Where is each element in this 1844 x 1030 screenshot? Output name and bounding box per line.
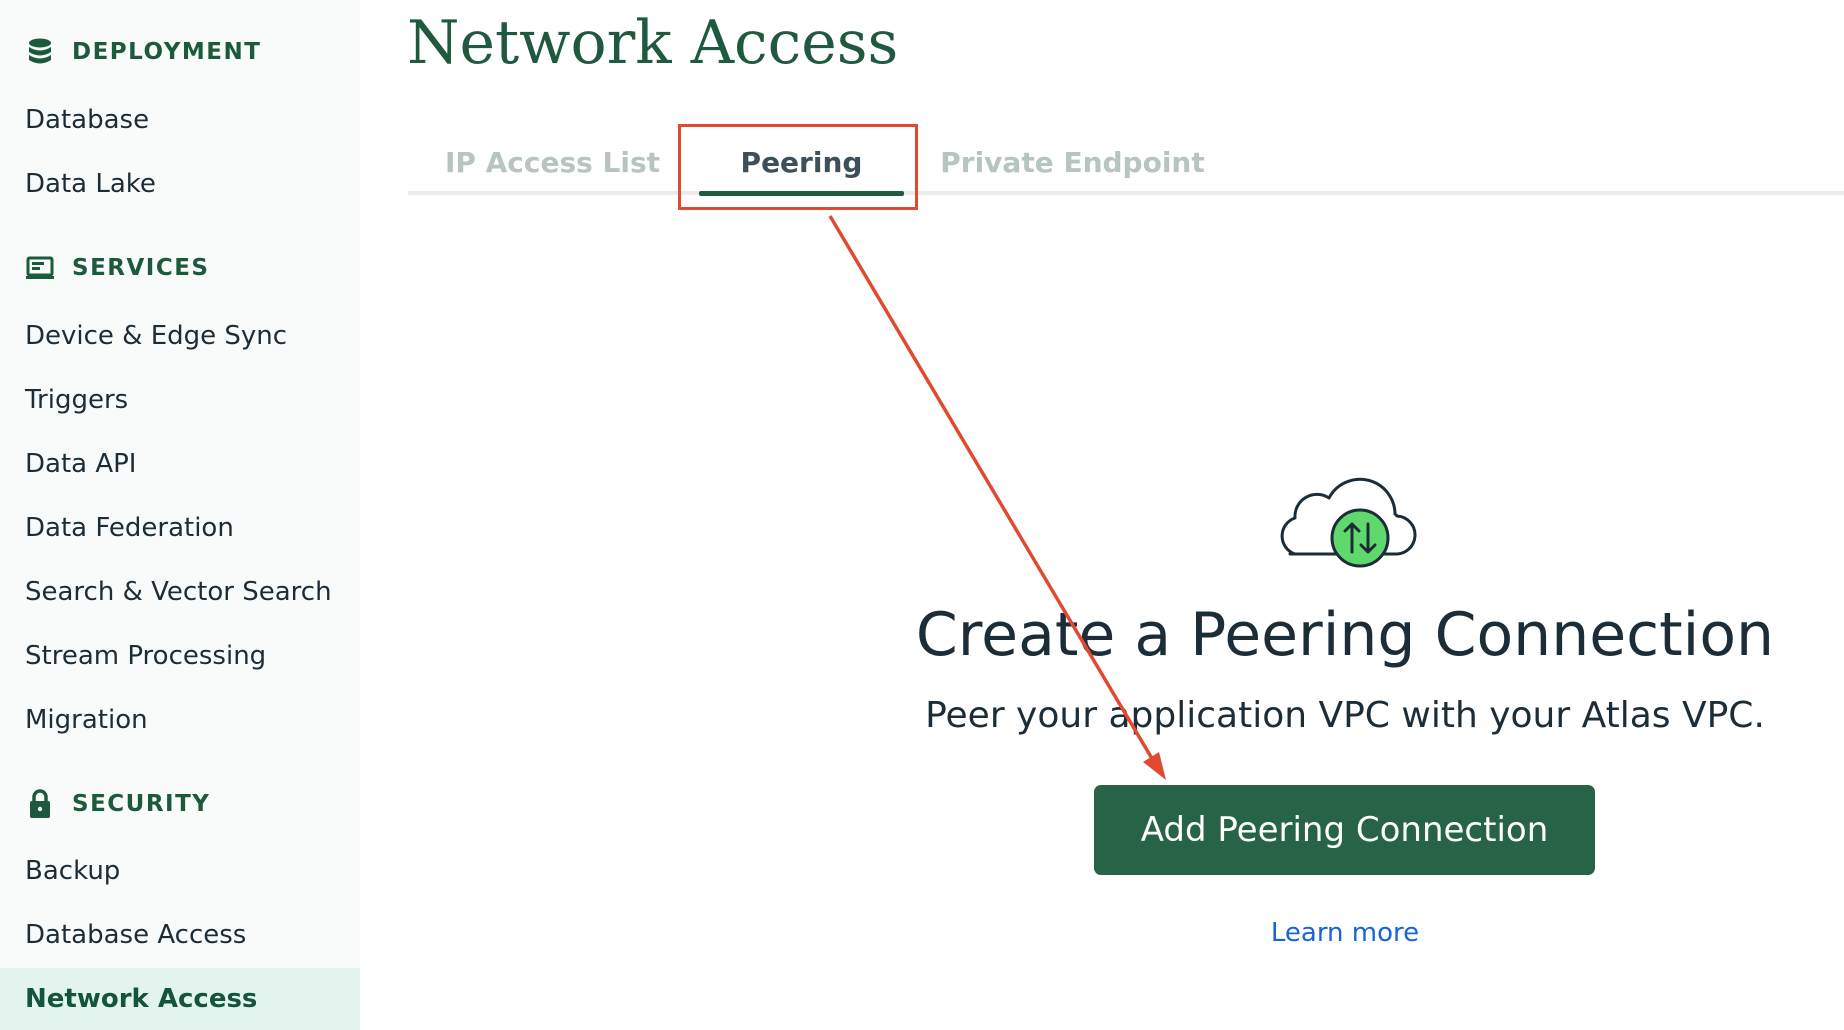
sidebar-item-network-access[interactable]: Network Access [0, 968, 360, 1030]
tabs-divider [408, 191, 1844, 195]
page-title: Network Access [407, 8, 899, 78]
section-header-label: DEPLOYMENT [72, 39, 262, 65]
sidebar-item-label: Database Access [25, 920, 247, 950]
sidebar-item-search-vector-search[interactable]: Search & Vector Search [0, 561, 360, 623]
sidebar-item-stream-processing[interactable]: Stream Processing [0, 625, 360, 687]
sidebar-item-label: Backup [25, 856, 121, 886]
sidebar-item-data-lake[interactable]: Data Lake [0, 153, 360, 215]
sidebar-item-data-api[interactable]: Data API [0, 433, 360, 495]
sidebar-item-database[interactable]: Database [0, 89, 360, 151]
sidebar-item-data-federation[interactable]: Data Federation [0, 497, 360, 559]
empty-state-description: Peer your application VPC with your Atla… [925, 695, 1765, 736]
section-header-label: SERVICES [72, 255, 210, 281]
sidebar-item-label: Data API [25, 449, 137, 479]
sidebar-item-backup[interactable]: Backup [0, 840, 360, 902]
sidebar-item-migration[interactable]: Migration [0, 689, 360, 751]
section-header-label: SECURITY [72, 791, 211, 817]
sidebar-item-label: Data Federation [25, 513, 234, 543]
tab-private-endpoint[interactable]: Private Endpoint [940, 140, 1205, 184]
database-icon [26, 38, 54, 66]
sidebar: DEPLOYMENT Database Data Lake SERVICES D… [0, 0, 360, 1030]
sidebar-item-label: Device & Edge Sync [25, 321, 288, 351]
sidebar-item-label: Triggers [25, 385, 129, 415]
sidebar-item-label: Data Lake [25, 169, 156, 199]
add-peering-connection-button[interactable]: Add Peering Connection [1094, 785, 1595, 875]
section-deployment: DEPLOYMENT [26, 32, 261, 72]
sidebar-item-device-edge-sync[interactable]: Device & Edge Sync [0, 305, 360, 367]
learn-more-link[interactable]: Learn more [1200, 918, 1490, 948]
sidebar-item-database-access[interactable]: Database Access [0, 904, 360, 966]
cloud-transfer-icon [1280, 477, 1417, 568]
section-services: SERVICES [26, 248, 210, 288]
sidebar-item-triggers[interactable]: Triggers [0, 369, 360, 431]
services-icon [26, 254, 54, 282]
sidebar-item-label: Migration [25, 705, 148, 735]
section-security: SECURITY [26, 784, 210, 824]
annotation-highlight-box [678, 124, 918, 210]
lock-icon [26, 789, 54, 818]
sidebar-item-label: Stream Processing [25, 641, 267, 671]
empty-state-title: Create a Peering Connection [915, 600, 1775, 670]
tab-ip-access-list[interactable]: IP Access List [440, 140, 665, 184]
sidebar-item-label: Search & Vector Search [25, 577, 332, 607]
sidebar-item-label: Database [25, 105, 150, 135]
sidebar-item-label: Network Access [25, 984, 258, 1014]
